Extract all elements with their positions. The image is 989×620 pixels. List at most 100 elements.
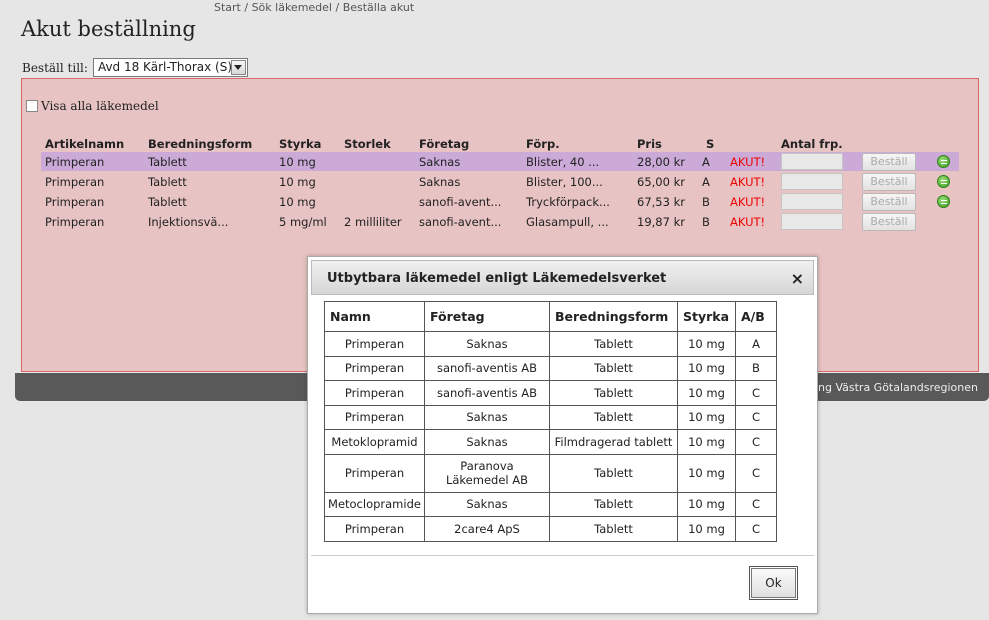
header-styrka: Styrka: [279, 137, 322, 151]
cell-company: sanofi-avent...: [419, 215, 502, 229]
cell-company: 2care4 ApS: [424, 516, 550, 542]
cell-s: A: [702, 155, 710, 169]
cell-strength: 10 mg: [677, 331, 736, 357]
cell-company: Saknas: [419, 175, 461, 189]
cell-company: Saknas: [424, 429, 550, 455]
cell-company: Saknas: [419, 155, 461, 169]
table-row: Primperan Saknas Tablett 10 mg C: [324, 404, 777, 430]
bestall-button[interactable]: Beställ: [862, 173, 916, 191]
cell-ab: C: [735, 491, 777, 517]
cell-size: 2 milliliter: [344, 215, 402, 229]
bestall-button[interactable]: Beställ: [862, 213, 916, 231]
visa-alla-label: Visa alla läkemedel: [41, 99, 159, 113]
header-s: S: [706, 137, 715, 151]
cell-form: Tablett: [549, 491, 678, 517]
cell-form: Tablett: [549, 516, 678, 542]
ok-button[interactable]: Ok: [749, 566, 798, 600]
antal-input[interactable]: [781, 213, 843, 230]
table-row: Primperan sanofi-aventis AB Tablett 10 m…: [324, 380, 777, 406]
antal-input[interactable]: [781, 153, 843, 170]
cell-form: Tablett: [148, 195, 187, 209]
visa-alla-checkbox[interactable]: [26, 100, 38, 112]
breadcrumb-search[interactable]: Sök läkemedel: [252, 1, 332, 14]
substitute-icon[interactable]: [937, 175, 950, 188]
cell-ab: B: [735, 355, 777, 381]
breadcrumb-start[interactable]: Start: [214, 1, 241, 14]
cell-ab: C: [735, 429, 777, 455]
chevron-down-icon[interactable]: [230, 60, 246, 75]
header-ab: A/B: [735, 301, 777, 332]
cell-company: sanofi-avent...: [419, 195, 502, 209]
table-row: Metoclopramide Saknas Tablett 10 mg C: [324, 491, 777, 517]
substitute-icon[interactable]: [937, 195, 950, 208]
dialog-separator: [311, 555, 814, 556]
akut-label: AKUT!: [730, 175, 766, 189]
cell-name: Primperan: [45, 175, 105, 189]
cell-s: B: [702, 215, 710, 229]
header-foretag: Företag: [419, 137, 470, 151]
cell-name: Primperan: [324, 404, 425, 430]
cell-name: Primperan: [324, 331, 425, 357]
cell-form: Injektionsvä...: [148, 215, 229, 229]
cell-form: Tablett: [549, 355, 678, 381]
substitutes-dialog: Utbytbara läkemedel enligt Läkemedelsver…: [307, 256, 818, 614]
cell-company: Saknas: [424, 331, 550, 357]
cell-strength: 10 mg: [279, 195, 316, 209]
cell-company: Saknas: [424, 404, 550, 430]
breadcrumb: Start / Sök läkemedel / Beställa akut: [214, 1, 415, 14]
cell-strength: 5 mg/ml: [279, 215, 327, 229]
order-destination: Beställ till: Avd 18 Kärl-Thorax (S): [22, 58, 248, 77]
order-label: Beställ till:: [22, 60, 88, 75]
antal-input[interactable]: [781, 193, 843, 210]
breadcrumb-current: Beställa akut: [342, 1, 415, 14]
cell-name: Primperan: [324, 380, 425, 406]
table-row[interactable]: Primperan Injektionsvä... 5 mg/ml 2 mill…: [41, 212, 959, 231]
cell-strength: 10 mg: [677, 516, 736, 542]
dialog-title: Utbytbara läkemedel enligt Läkemedelsver…: [327, 271, 667, 286]
cell-strength: 10 mg: [677, 355, 736, 381]
footer-text: ng Västra Götalandsregionen: [818, 381, 978, 394]
table-row[interactable]: Primperan Tablett 10 mg sanofi-avent... …: [41, 192, 959, 211]
cell-form: Tablett: [549, 380, 678, 406]
cell-strength: 10 mg: [677, 491, 736, 517]
cell-name: Metoklopramid: [324, 429, 425, 455]
cell-pack: Tryckförpack...: [526, 195, 610, 209]
cell-name: Primperan: [324, 516, 425, 542]
akut-label: AKUT!: [730, 155, 766, 169]
table-header-row: Namn Företag Beredningsform Styrka A/B: [324, 301, 777, 332]
cell-ab: C: [735, 380, 777, 406]
bestall-button[interactable]: Beställ: [862, 153, 916, 171]
header-foretag: Företag: [424, 301, 550, 332]
cell-company: Saknas: [424, 491, 550, 517]
cell-ab: C: [735, 453, 777, 493]
cell-price: 65,00 kr: [637, 175, 685, 189]
table-row[interactable]: Primperan Tablett 10 mg Saknas Blister, …: [41, 172, 959, 191]
cell-company: Paranova Läkemedel AB: [424, 453, 550, 493]
cell-company: sanofi-aventis AB: [424, 355, 550, 381]
substitute-icon[interactable]: [937, 155, 950, 168]
destination-select[interactable]: Avd 18 Kärl-Thorax (S): [92, 58, 248, 77]
cell-form: Tablett: [148, 175, 187, 189]
cell-strength: 10 mg: [279, 175, 316, 189]
close-icon[interactable]: ×: [791, 269, 804, 288]
table-row: Primperan Paranova Läkemedel AB Tablett …: [324, 453, 777, 493]
table-row: Primperan Saknas Tablett 10 mg A: [324, 331, 777, 357]
table-row[interactable]: Primperan Tablett 10 mg Saknas Blister, …: [41, 152, 959, 171]
cell-name: Primperan: [45, 155, 105, 169]
header-artikelnamn: Artikelnamn: [45, 137, 125, 151]
cell-pack: Glasampull, ...: [526, 215, 609, 229]
header-beredningsform: Beredningsform: [148, 137, 253, 151]
cell-strength: 10 mg: [677, 380, 736, 406]
cell-price: 19,87 kr: [637, 215, 685, 229]
header-styrka: Styrka: [677, 301, 736, 332]
table-row: Metoklopramid Saknas Filmdragerad tablet…: [324, 429, 777, 455]
bestall-button[interactable]: Beställ: [862, 193, 916, 211]
table-row: Primperan 2care4 ApS Tablett 10 mg C: [324, 516, 777, 542]
header-beredningsform: Beredningsform: [549, 301, 678, 332]
header-antal: Antal frp.: [781, 137, 843, 151]
cell-s: A: [702, 175, 710, 189]
dialog-titlebar[interactable]: Utbytbara läkemedel enligt Läkemedelsver…: [311, 260, 814, 295]
antal-input[interactable]: [781, 173, 843, 190]
header-pris: Pris: [637, 137, 662, 151]
cell-company: sanofi-aventis AB: [424, 380, 550, 406]
